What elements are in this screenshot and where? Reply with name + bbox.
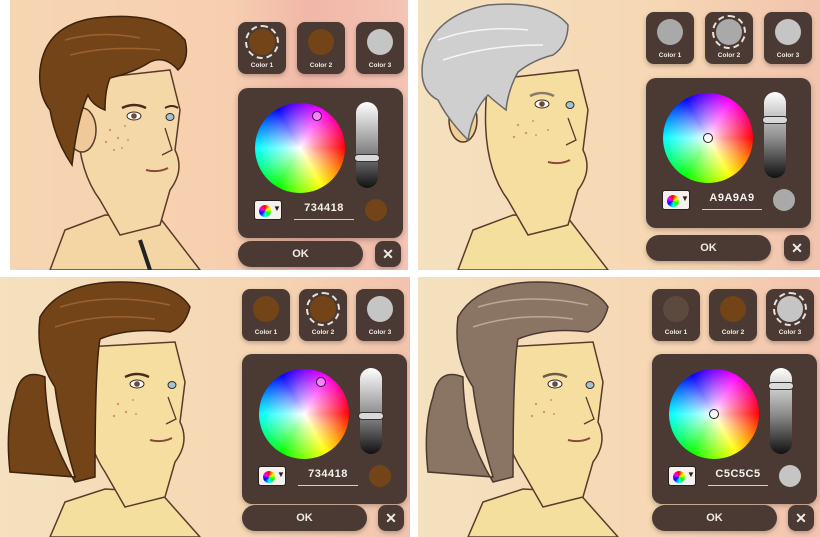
caret-down-icon: ▼ <box>277 470 285 479</box>
color-1-button[interactable]: Color 1 <box>238 22 286 74</box>
character-portrait <box>425 281 620 537</box>
color-2-button[interactable]: Color 2 <box>299 289 347 341</box>
brightness-slider-thumb[interactable] <box>762 116 788 124</box>
color-3-label: Color 3 <box>368 62 392 69</box>
color-1-label: Color 1 <box>664 329 688 336</box>
ok-button[interactable]: OK <box>242 505 367 531</box>
color-wheel[interactable] <box>663 93 753 183</box>
color-wheel[interactable] <box>669 369 759 459</box>
character-portrait <box>421 3 609 270</box>
ok-button[interactable]: OK <box>238 241 363 267</box>
color-wheel-knob[interactable] <box>709 409 719 419</box>
editor-panel-2: Color 1 Color 2 Color 3 ▼ A9A9A9 OK ✕ <box>418 0 820 270</box>
editor-panel-3: Color 1 Color 2 Color 3 ▼ 734418 OK ✕ <box>0 277 410 537</box>
hex-input[interactable]: 734418 <box>298 468 358 486</box>
color-2-swatch <box>306 292 340 326</box>
color-1-label: Color 1 <box>254 329 278 336</box>
color-preview <box>365 199 387 221</box>
color-mode-dropdown[interactable]: ▼ <box>662 190 690 210</box>
color-preview <box>773 189 795 211</box>
color-1-button[interactable]: Color 1 <box>652 289 700 341</box>
color-1-label: Color 1 <box>250 62 274 69</box>
color-3-label: Color 3 <box>776 52 800 59</box>
close-button[interactable]: ✕ <box>378 505 404 531</box>
close-button[interactable]: ✕ <box>784 235 810 261</box>
color-2-swatch <box>720 296 746 322</box>
hex-input[interactable]: A9A9A9 <box>702 192 762 210</box>
color-3-swatch <box>773 292 807 326</box>
ok-button[interactable]: OK <box>652 505 777 531</box>
color-3-swatch <box>775 19 801 45</box>
color-wheel-icon <box>259 205 271 217</box>
close-button[interactable]: ✕ <box>375 241 401 267</box>
color-3-swatch <box>367 296 393 322</box>
color-1-button[interactable]: Color 1 <box>646 12 694 64</box>
color-1-swatch <box>253 296 279 322</box>
brightness-slider-thumb[interactable] <box>354 154 380 162</box>
color-2-button[interactable]: Color 2 <box>709 289 757 341</box>
color-picker: ▼ C5C5C5 <box>652 354 817 504</box>
hex-input[interactable]: 734418 <box>294 202 354 220</box>
color-3-label: Color 3 <box>368 329 392 336</box>
color-mode-dropdown[interactable]: ▼ <box>254 200 282 220</box>
color-3-button[interactable]: Color 3 <box>356 22 404 74</box>
brightness-slider[interactable] <box>358 368 384 454</box>
ok-button[interactable]: OK <box>646 235 771 261</box>
color-wheel-knob[interactable] <box>703 133 713 143</box>
color-2-button[interactable]: Color 2 <box>297 22 345 74</box>
hex-input[interactable]: C5C5C5 <box>708 468 768 486</box>
color-2-swatch <box>712 15 746 49</box>
color-3-swatch <box>367 29 393 55</box>
brightness-slider[interactable] <box>354 102 380 188</box>
color-wheel-icon <box>263 471 275 483</box>
caret-down-icon: ▼ <box>681 194 689 203</box>
color-1-swatch <box>663 296 689 322</box>
color-1-label: Color 1 <box>658 52 682 59</box>
color-3-button[interactable]: Color 3 <box>766 289 814 341</box>
color-3-label: Color 3 <box>778 329 802 336</box>
color-wheel-knob[interactable] <box>312 111 322 121</box>
close-button[interactable]: ✕ <box>788 505 814 531</box>
color-picker: ▼ A9A9A9 <box>646 78 811 228</box>
color-2-label: Color 2 <box>721 329 745 336</box>
color-preview <box>779 465 801 487</box>
color-1-swatch <box>245 25 279 59</box>
color-2-button[interactable]: Color 2 <box>705 12 753 64</box>
color-mode-dropdown[interactable]: ▼ <box>668 466 696 486</box>
brightness-slider[interactable] <box>768 368 794 454</box>
color-1-swatch <box>657 19 683 45</box>
color-2-label: Color 2 <box>717 52 741 59</box>
color-wheel-icon <box>673 471 685 483</box>
editor-panel-1: Color 1 Color 2 Color 3 ▼ 734418 OK ✕ <box>10 0 408 270</box>
color-wheel-icon <box>667 195 679 207</box>
color-picker: ▼ 734418 <box>242 354 407 504</box>
color-2-label: Color 2 <box>309 62 333 69</box>
caret-down-icon: ▼ <box>687 470 695 479</box>
color-preview <box>369 465 391 487</box>
color-wheel[interactable] <box>255 103 345 193</box>
brightness-slider-thumb[interactable] <box>358 412 384 420</box>
brightness-slider[interactable] <box>762 92 788 178</box>
color-3-button[interactable]: Color 3 <box>356 289 404 341</box>
color-wheel-knob[interactable] <box>316 377 326 387</box>
character-portrait <box>38 15 201 270</box>
editor-panel-4: Color 1 Color 2 Color 3 ▼ C5C5C5 OK ✕ <box>418 277 820 537</box>
color-mode-dropdown[interactable]: ▼ <box>258 466 286 486</box>
brightness-slider-thumb[interactable] <box>768 382 794 390</box>
caret-down-icon: ▼ <box>273 204 281 213</box>
color-2-swatch <box>308 29 334 55</box>
character-portrait <box>7 281 202 537</box>
color-1-button[interactable]: Color 1 <box>242 289 290 341</box>
color-3-button[interactable]: Color 3 <box>764 12 812 64</box>
color-wheel[interactable] <box>259 369 349 459</box>
color-2-label: Color 2 <box>311 329 335 336</box>
color-picker: ▼ 734418 <box>238 88 403 238</box>
